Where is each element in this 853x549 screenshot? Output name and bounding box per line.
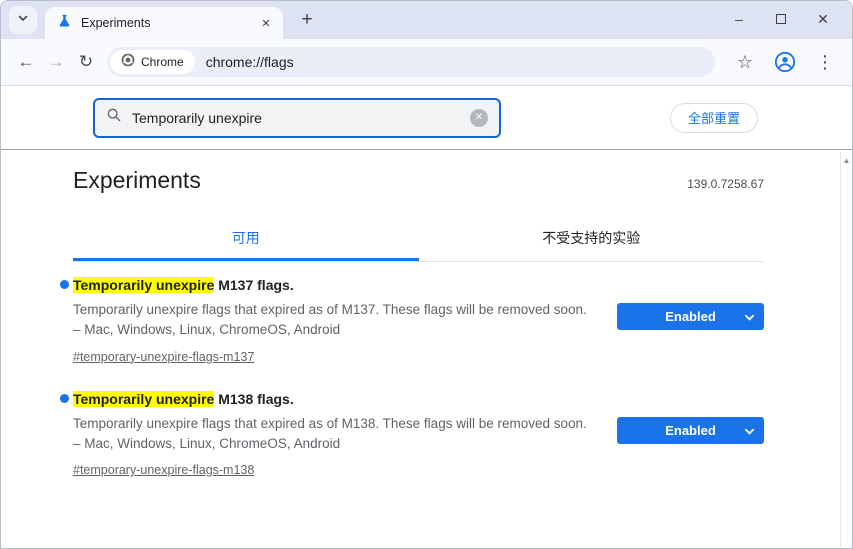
chip-label: Chrome (141, 55, 184, 69)
window-controls: – ✕ (718, 1, 844, 37)
flag-control: Enabled (617, 390, 764, 480)
chevron-down-icon (17, 11, 29, 29)
flag-entry-m137: Temporarily unexpire M137 flags. Tempora… (60, 276, 764, 366)
flags-search-header: ✕ 全部重置 (1, 86, 852, 150)
flags-search-box[interactable]: ✕ (93, 97, 501, 138)
search-icon (106, 107, 122, 128)
reload-button[interactable]: ↻ (71, 47, 101, 77)
page-title: Experiments (73, 167, 201, 193)
toolbar-actions: ☆ ⋮ (730, 47, 842, 77)
chrome-logo-icon (121, 53, 135, 72)
version-number: 139.0.7258.67 (687, 177, 764, 191)
search-highlight: Temporarily unexpire (73, 277, 215, 293)
browser-toolbar: ← → ↻ Chrome chrome://flags ☆ ⋮ (1, 39, 852, 85)
chrome-url-chip[interactable]: Chrome (110, 50, 195, 74)
flag-text: Temporarily unexpire M138 flags. Tempora… (60, 390, 617, 480)
browser-tab-experiments[interactable]: Experiments ✕ (45, 7, 283, 39)
flags-tab-bar: 可用 不受支持的实验 (73, 219, 764, 262)
chevron-down-icon (744, 425, 755, 440)
flag-title-rest: M138 flags. (214, 390, 294, 407)
new-tab-button[interactable]: + (293, 6, 321, 34)
flags-page: ✕ 全部重置 Experiments 139.0.7258.67 可用 不受支持… (1, 86, 852, 548)
title-row: Experiments 139.0.7258.67 (73, 150, 764, 194)
flag-title-rest: M137 flags. (214, 277, 294, 293)
profile-avatar[interactable] (770, 47, 800, 77)
reset-all-button[interactable]: 全部重置 (669, 102, 758, 133)
tab-title: Experiments (81, 16, 151, 30)
flag-permalink[interactable]: #temporary-unexpire-flags-m137 (73, 350, 254, 364)
flag-title: Temporarily unexpire M138 flags. (60, 390, 595, 408)
select-value: Enabled (665, 309, 716, 324)
flag-description: Temporarily unexpire flags that expired … (73, 302, 587, 338)
forward-button[interactable]: → (41, 47, 71, 77)
bookmark-star-icon[interactable]: ☆ (730, 47, 760, 77)
menu-kebab-icon[interactable]: ⋮ (810, 47, 840, 77)
tab-unavailable[interactable]: 不受支持的实验 (419, 219, 765, 261)
flags-list: Temporarily unexpire M137 flags. Tempora… (60, 276, 764, 480)
flag-entry-m138: Temporarily unexpire M138 flags. Tempora… (60, 390, 764, 480)
flag-select-dropdown[interactable]: Enabled (617, 303, 764, 330)
flags-scroll-area: Experiments 139.0.7258.67 可用 不受支持的实验 Tem… (1, 150, 852, 548)
tab-strip: Experiments ✕ + – ✕ (1, 1, 852, 39)
url-text: chrome://flags (205, 54, 294, 70)
blue-dot-icon (60, 280, 69, 289)
minimize-button[interactable]: – (718, 1, 760, 37)
search-input[interactable] (132, 109, 470, 126)
tab-close-icon[interactable]: ✕ (257, 14, 275, 32)
back-button[interactable]: ← (11, 47, 41, 77)
flag-permalink[interactable]: #temporary-unexpire-flags-m138 (73, 463, 254, 477)
tab-available[interactable]: 可用 (73, 219, 419, 261)
flag-select-dropdown[interactable]: Enabled (617, 416, 764, 444)
flag-control: Enabled (617, 276, 764, 366)
flask-icon (57, 13, 72, 33)
clear-search-icon[interactable]: ✕ (470, 108, 488, 127)
search-highlight: Temporarily unexpire (73, 390, 215, 407)
page-scrollbar[interactable]: ▲ (840, 152, 852, 548)
blue-dot-icon (60, 393, 69, 403)
maximize-icon (776, 14, 786, 24)
browser-window: Experiments ✕ + – ✕ ← → ↻ Chrome chrome:… (0, 0, 853, 549)
tab-search-button[interactable] (9, 6, 37, 34)
select-value: Enabled (665, 422, 716, 438)
flag-title: Temporarily unexpire M137 flags. (60, 276, 595, 294)
flag-text: Temporarily unexpire M137 flags. Tempora… (60, 276, 617, 366)
scroll-up-icon[interactable]: ▲ (841, 152, 852, 165)
close-button[interactable]: ✕ (802, 1, 844, 37)
flag-description: Temporarily unexpire flags that expired … (73, 415, 587, 451)
chevron-down-icon (744, 311, 755, 326)
maximize-button[interactable] (760, 1, 802, 37)
address-bar[interactable]: Chrome chrome://flags (107, 47, 715, 77)
